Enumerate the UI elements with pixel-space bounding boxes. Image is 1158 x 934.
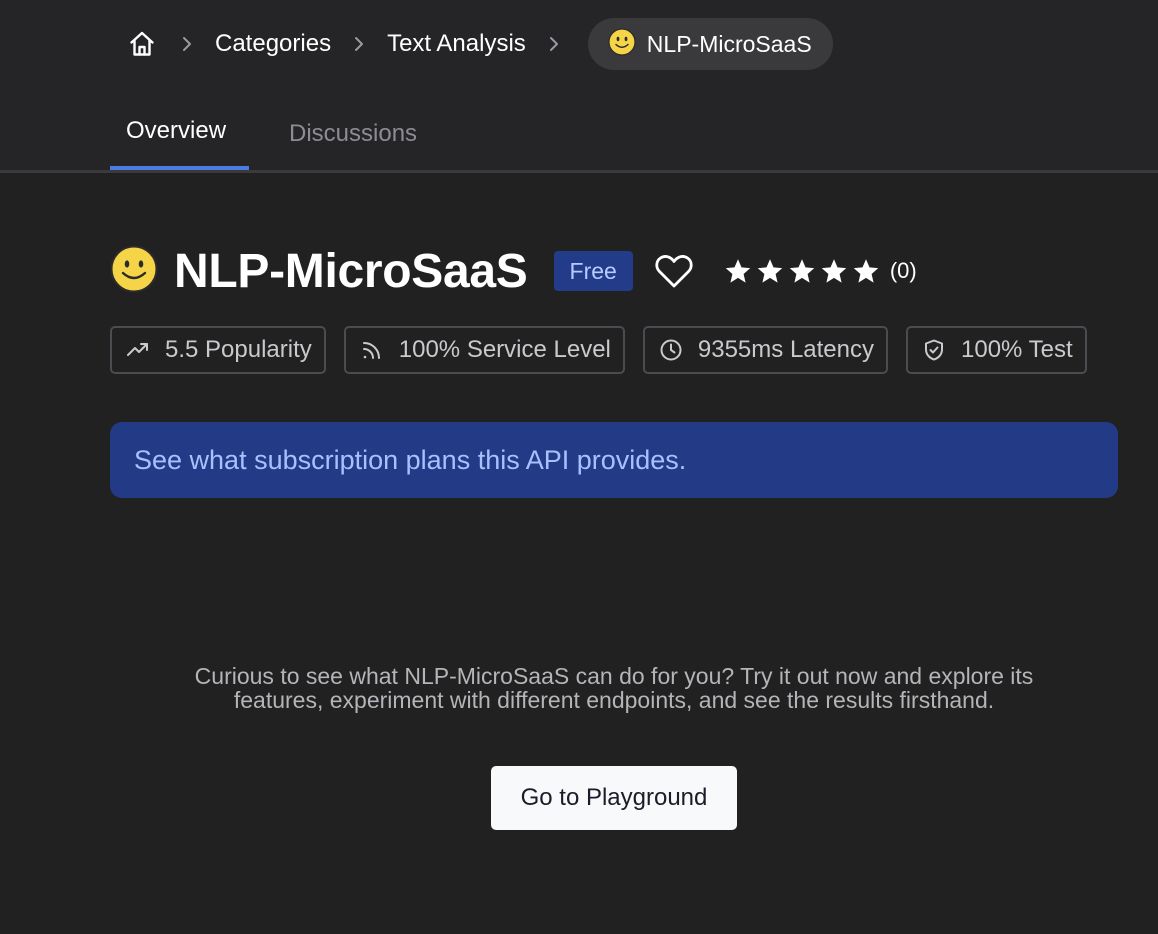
- home-icon[interactable]: [125, 27, 159, 61]
- tab-discussions[interactable]: Discussions: [273, 100, 433, 170]
- star-icon[interactable]: [755, 256, 786, 287]
- subscription-plans-banner[interactable]: See what subscription plans this API pro…: [110, 422, 1118, 498]
- breadcrumb-current-api[interactable]: NLP-MicroSaaS: [587, 18, 833, 70]
- description-line: Curious to see what NLP-MicroSaaS can do…: [194, 663, 1034, 689]
- shield-check-icon: [921, 337, 947, 363]
- stat-popularity: 5.5 Popularity: [110, 326, 326, 374]
- stat-test: 100% Test: [906, 326, 1087, 374]
- rating-stars: (0): [723, 256, 917, 287]
- star-icon[interactable]: [819, 256, 850, 287]
- stat-latency: 9355ms Latency: [642, 326, 888, 374]
- smiley-face-icon: [608, 27, 636, 61]
- description-line: features, experiment with different endp…: [233, 687, 995, 713]
- trending-up-icon: [125, 337, 151, 363]
- playground-description: Curious to see what NLP-MicroSaaS can do…: [110, 664, 1118, 712]
- chevron-right-icon: [177, 34, 197, 54]
- breadcrumb: Categories Text Analysis NLP-MicroSaaS: [125, 18, 833, 70]
- heart-icon[interactable]: [653, 250, 695, 292]
- star-icon[interactable]: [851, 256, 882, 287]
- smiley-face-icon: [110, 245, 158, 298]
- stat-label: 9355ms Latency: [697, 336, 874, 363]
- api-header: NLP-MicroSaaS Free (0): [110, 241, 917, 301]
- go-to-playground-button[interactable]: Go to Playground: [491, 766, 737, 830]
- breadcrumb-current-label: NLP-MicroSaaS: [646, 30, 812, 57]
- chevron-right-icon: [544, 34, 564, 54]
- stat-label: 100% Test: [961, 336, 1073, 363]
- stat-label: 5.5 Popularity: [165, 336, 312, 363]
- rating-count: (0): [889, 258, 917, 283]
- api-stats: 5.5 Popularity 100% Service Level 9355ms…: [110, 326, 1087, 374]
- tab-overview[interactable]: Overview: [110, 100, 249, 170]
- stat-label: 100% Service Level: [398, 336, 611, 363]
- stat-service-level: 100% Service Level: [343, 326, 625, 374]
- breadcrumb-item-text-analysis[interactable]: Text Analysis: [387, 30, 526, 58]
- clock-icon: [658, 337, 684, 363]
- star-icon[interactable]: [787, 256, 818, 287]
- pricing-badge: Free: [553, 251, 633, 291]
- signal-icon: [359, 337, 385, 363]
- header-divider: [0, 170, 1158, 173]
- tab-bar: Overview Discussions: [110, 100, 433, 170]
- chevron-right-icon: [349, 34, 369, 54]
- top-navigation: Categories Text Analysis NLP-MicroSaaS O…: [0, 0, 1158, 170]
- page-title: NLP-MicroSaaS: [174, 244, 528, 298]
- star-icon[interactable]: [723, 256, 754, 287]
- breadcrumb-item-categories[interactable]: Categories: [215, 30, 331, 58]
